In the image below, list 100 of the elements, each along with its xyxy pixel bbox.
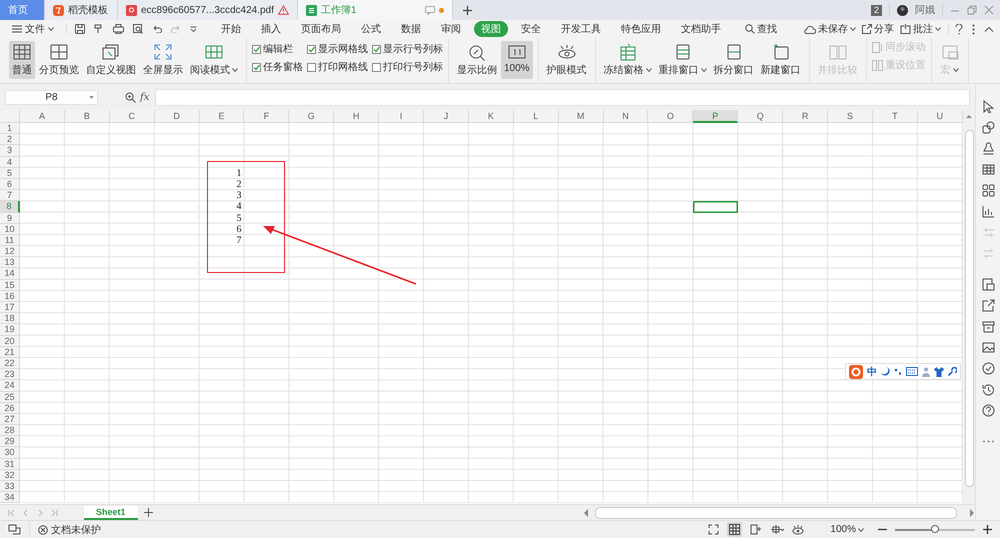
ribbon-button[interactable]: 拆分窗口: [710, 41, 757, 79]
column-header[interactable]: P: [693, 110, 738, 123]
column-header[interactable]: F: [244, 110, 290, 123]
menu-tab[interactable]: 安全: [514, 21, 548, 37]
menu-tab[interactable]: 审阅: [434, 21, 468, 37]
archive-icon[interactable]: [982, 320, 994, 333]
column-header[interactable]: Q: [738, 110, 784, 123]
collapse-icon[interactable]: [984, 26, 994, 32]
row-header[interactable]: 14: [0, 268, 20, 280]
ribbon-button[interactable]: 100%: [501, 41, 533, 79]
row-header[interactable]: 28: [0, 425, 20, 436]
fullscreen-icon[interactable]: [708, 524, 720, 535]
help-icon[interactable]: [982, 404, 994, 417]
column-header[interactable]: J: [424, 110, 469, 123]
format-painter-icon[interactable]: [94, 24, 104, 34]
export-icon[interactable]: [982, 299, 994, 312]
horizontal-scrollbar[interactable]: [595, 506, 957, 518]
avatar-icon[interactable]: [897, 4, 908, 16]
toolbar-button[interactable]: 未保存: [801, 22, 859, 36]
row-header[interactable]: 7: [0, 190, 20, 202]
print-icon[interactable]: [113, 24, 124, 34]
stamp-icon[interactable]: [982, 142, 994, 155]
row-header[interactable]: 12: [0, 246, 20, 258]
checkbox[interactable]: [252, 62, 261, 72]
input-mode-button[interactable]: 中: [867, 364, 877, 378]
ime-logo-icon[interactable]: [849, 364, 863, 378]
checkbox[interactable]: [252, 44, 261, 54]
help-icon[interactable]: [955, 24, 963, 34]
row-header[interactable]: 32: [0, 470, 20, 481]
keyboard-icon[interactable]: [906, 367, 918, 376]
column-header[interactable]: A: [20, 110, 65, 123]
formula-input[interactable]: [155, 88, 970, 106]
shirt-icon[interactable]: [934, 366, 944, 376]
column-header[interactable]: U: [918, 110, 963, 123]
menu-tab[interactable]: 数据: [394, 21, 428, 37]
page-break-view-icon[interactable]: [750, 524, 762, 535]
column-header[interactable]: B: [64, 110, 110, 123]
menu-tab[interactable]: 页面布局: [294, 21, 348, 37]
row-header[interactable]: 6: [0, 178, 20, 190]
column-header[interactable]: S: [828, 110, 873, 123]
eye-protection-icon[interactable]: [792, 524, 804, 535]
row-header[interactable]: 17: [0, 302, 20, 314]
column-header[interactable]: C: [110, 110, 155, 123]
apps-icon[interactable]: [982, 184, 994, 197]
menu-tab[interactable]: 开始: [214, 21, 248, 37]
ribbon-button[interactable]: 自定义视图: [83, 41, 139, 79]
name-box[interactable]: P8: [5, 90, 98, 104]
protection-status[interactable]: 文档未保护: [51, 522, 101, 536]
row-header[interactable]: 8: [0, 201, 20, 212]
toolbar-button[interactable]: 批注: [897, 22, 944, 36]
menu-tab[interactable]: 插入: [254, 21, 288, 37]
checkbox[interactable]: [307, 44, 316, 54]
more-icon[interactable]: [972, 24, 975, 34]
ribbon-button[interactable]: 普通: [9, 41, 35, 79]
add-sheet-icon[interactable]: [144, 508, 153, 517]
ribbon-button[interactable]: 新建窗口: [758, 41, 804, 79]
wrench-icon[interactable]: [948, 367, 957, 376]
ribbon-button[interactable]: 护眼模式: [544, 41, 590, 79]
ribbon-button[interactable]: 分页预览: [36, 41, 82, 79]
checkbox[interactable]: [307, 62, 316, 72]
user-name[interactable]: 阿娥: [915, 3, 935, 17]
row-header[interactable]: 30: [0, 447, 20, 459]
row-header[interactable]: 15: [0, 280, 20, 291]
file-menu[interactable]: 文件: [8, 22, 58, 36]
row-header[interactable]: 29: [0, 436, 20, 448]
notification-count[interactable]: 2: [870, 4, 882, 16]
tab[interactable]: ecc896c60577...3ccdc424.pdf: [118, 0, 298, 20]
punctuation-icon[interactable]: [894, 367, 902, 376]
shapes-icon[interactable]: [982, 121, 994, 134]
ribbon-button[interactable]: 重排窗口: [656, 41, 710, 79]
row-header[interactable]: 22: [0, 358, 20, 370]
new-tab-icon[interactable]: [462, 6, 472, 14]
tab[interactable]: 稻壳模板: [45, 0, 118, 20]
tab[interactable]: 首页: [0, 0, 45, 20]
ribbon-button[interactable]: 显示比例: [454, 41, 500, 79]
ribbon-button[interactable]: 阅读模式: [187, 41, 241, 79]
image-file-icon[interactable]: [982, 278, 994, 291]
column-header[interactable]: L: [514, 110, 559, 123]
table-icon[interactable]: [982, 163, 994, 176]
row-header[interactable]: 5: [0, 168, 20, 179]
save-icon[interactable]: [75, 24, 85, 34]
row-header[interactable]: 24: [0, 380, 20, 392]
menu-tab[interactable]: 特色应用: [614, 21, 668, 37]
row-header[interactable]: 2: [0, 134, 20, 146]
history-icon[interactable]: [982, 383, 994, 396]
row-header[interactable]: 31: [0, 458, 20, 470]
row-header[interactable]: 11: [0, 234, 20, 246]
zoom-dropdown[interactable]: 100%: [824, 523, 870, 536]
function-button[interactable]: fx: [140, 92, 150, 102]
row-header[interactable]: 1: [0, 123, 20, 134]
column-header[interactable]: D: [154, 110, 200, 123]
row-header[interactable]: 34: [0, 492, 20, 504]
sheet-tab[interactable]: Sheet1: [84, 506, 138, 520]
zoom-formula-icon[interactable]: [125, 92, 136, 102]
column-header[interactable]: I: [379, 110, 424, 123]
column-header[interactable]: E: [200, 110, 244, 123]
column-header[interactable]: R: [783, 110, 828, 123]
undo-icon[interactable]: [152, 25, 162, 33]
row-header[interactable]: 10: [0, 224, 20, 235]
tab[interactable]: 工作簿1: [298, 0, 453, 20]
